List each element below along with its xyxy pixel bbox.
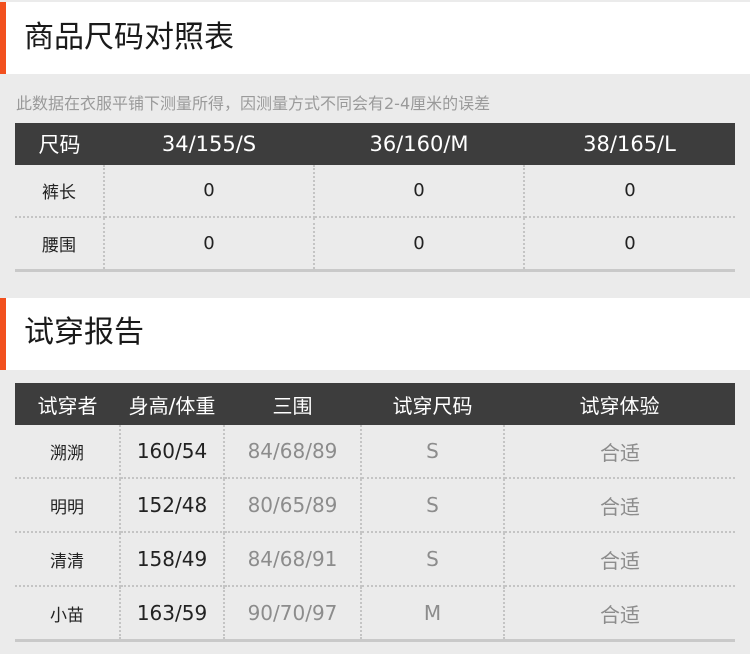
measurement-note: 此数据在衣服平铺下测量所得，因测量方式不同会有2-4厘米的误差	[16, 94, 491, 113]
height-weight: 158/49	[120, 532, 225, 587]
table-cell: 0	[314, 165, 525, 218]
measurements: 80/65/89	[224, 478, 362, 533]
measurements: 84/68/89	[224, 425, 362, 479]
size-header-s: 34/155/S	[104, 123, 314, 165]
trial-header-height-weight: 身高/体重	[120, 383, 224, 425]
trial-size: S	[361, 532, 505, 587]
trial-experience: 合适	[504, 425, 735, 479]
table-row: 裤长 0 0 0	[15, 165, 735, 218]
height-weight: 152/48	[120, 478, 225, 533]
row-label-waist: 腰围	[15, 217, 105, 272]
size-header-size: 尺码	[15, 123, 104, 165]
trial-header-measurements: 三围	[224, 383, 361, 425]
size-header-m: 36/160/M	[314, 123, 524, 165]
table-cell: 0	[524, 217, 735, 272]
size-header-l: 38/165/L	[524, 123, 735, 165]
table-row: 明明 152/48 80/65/89 S 合适	[15, 478, 735, 533]
tester-name: 明明	[15, 478, 121, 533]
table-row: 清清 158/49 84/68/91 S 合适	[15, 532, 735, 587]
height-weight: 163/59	[120, 586, 225, 642]
measurements: 90/70/97	[224, 586, 362, 642]
height-weight: 160/54	[120, 425, 225, 479]
table-row: 腰围 0 0 0	[15, 217, 735, 272]
table-cell: 0	[104, 217, 315, 272]
size-chart-header: 商品尺码对照表	[0, 2, 750, 74]
trial-experience: 合适	[504, 586, 735, 642]
table-cell: 0	[104, 165, 315, 218]
trial-report-title: 试穿报告	[24, 315, 144, 350]
tester-name: 溯溯	[15, 425, 121, 479]
trial-size: S	[361, 425, 505, 479]
measurements: 84/68/91	[224, 532, 362, 587]
trial-report-accent-bar	[0, 298, 6, 370]
tester-name: 小苗	[15, 586, 121, 642]
trial-header-size: 试穿尺码	[361, 383, 504, 425]
trial-experience: 合适	[504, 532, 735, 587]
size-chart-accent-bar	[0, 2, 6, 74]
trial-header-tester: 试穿者	[15, 383, 120, 425]
table-row: 小苗 163/59 90/70/97 M 合适	[15, 586, 735, 642]
trial-experience: 合适	[504, 478, 735, 533]
table-row: 溯溯 160/54 84/68/89 S 合适	[15, 425, 735, 479]
trial-size: M	[361, 586, 505, 642]
table-cell: 0	[524, 165, 735, 218]
trial-size: S	[361, 478, 505, 533]
trial-report-header: 试穿报告	[0, 298, 750, 370]
tester-name: 清清	[15, 532, 121, 587]
trial-report-table: 试穿者 身高/体重 三围 试穿尺码 试穿体验 溯溯 160/54 84/68/8…	[15, 383, 735, 642]
size-chart-table: 尺码 34/155/S 36/160/M 38/165/L 裤长 0 0 0 腰…	[15, 123, 735, 272]
size-chart-title: 商品尺码对照表	[24, 20, 234, 55]
row-label-pant-length: 裤长	[15, 165, 105, 218]
trial-header-row: 试穿者 身高/体重 三围 试穿尺码 试穿体验	[15, 383, 735, 425]
table-cell: 0	[314, 217, 525, 272]
trial-header-experience: 试穿体验	[504, 383, 735, 425]
size-chart-header-row: 尺码 34/155/S 36/160/M 38/165/L	[15, 123, 735, 165]
